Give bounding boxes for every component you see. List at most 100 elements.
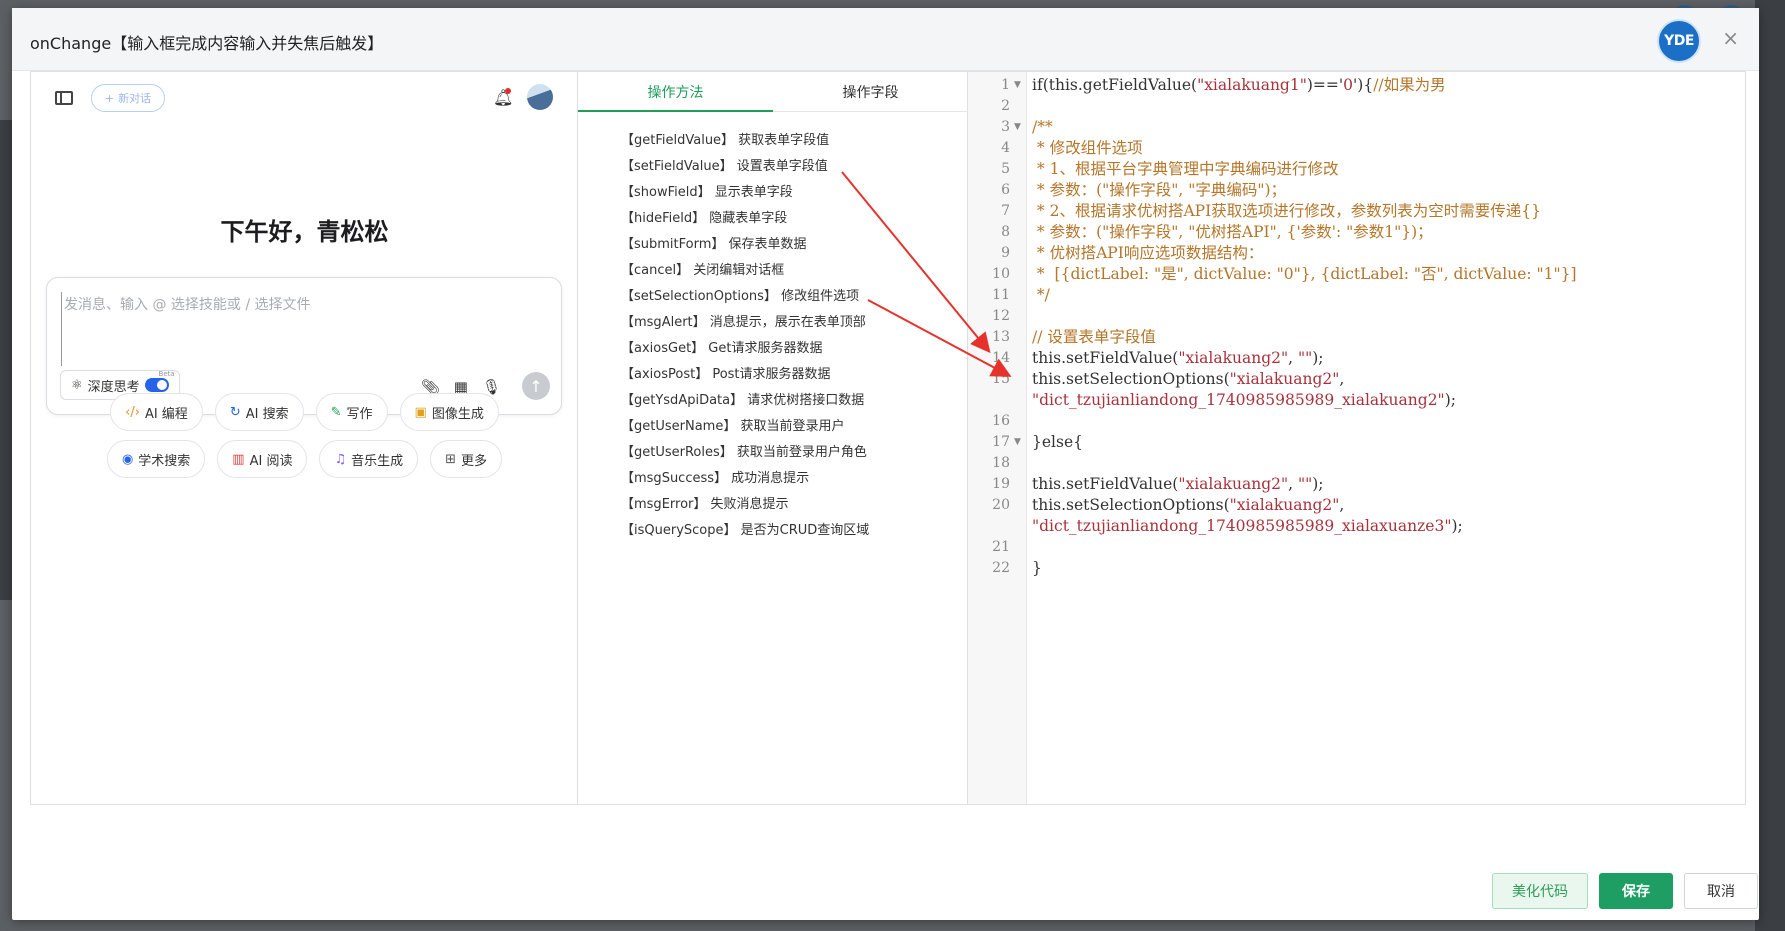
fold-icon[interactable]: ▼ <box>1014 432 1021 453</box>
method-item[interactable]: 【msgAlert】 消息提示，展示在表单顶部 <box>621 310 869 336</box>
method-item[interactable]: 【msgError】 失败消息提示 <box>621 492 869 518</box>
quick-action-chip[interactable]: ⊞ 更多 <box>430 440 503 478</box>
code-text: * 1、根据平台字典管理中字典编码进行修改 <box>1032 159 1339 180</box>
code-token: "" <box>1297 475 1313 493</box>
method-item[interactable]: 【hideField】 隐藏表单字段 <box>621 206 869 232</box>
code-text: this.setFieldValue("xialakuang2", ""); <box>1032 348 1324 369</box>
code-line: 16 <box>968 411 1745 432</box>
code-token: "xialakuang2" <box>1178 349 1289 367</box>
line-number: 19 <box>992 476 1010 492</box>
code-token: */ <box>1032 286 1050 304</box>
code-token: "xialakuang2" <box>1229 370 1340 388</box>
code-editor-dialog: onChange【输入框完成内容输入并失焦后触发】 YDE × + 新对话 🔔︎… <box>12 8 1759 920</box>
code-icon: ‹/› <box>125 404 140 420</box>
code-line: 12 <box>968 306 1745 327</box>
method-item[interactable]: 【isQueryScope】 是否为CRUD查询区域 <box>621 518 869 544</box>
toggle-switch[interactable] <box>144 378 169 392</box>
fold-icon[interactable]: ▼ <box>1014 75 1021 96</box>
quick-action-label: AI 搜索 <box>245 406 289 422</box>
method-item[interactable]: 【getYsdApiData】 请求优树搭接口数据 <box>621 388 869 414</box>
line-number: 8 <box>1001 224 1010 240</box>
code-token: , <box>1288 349 1298 367</box>
code-token: if(this.getFieldValue( <box>1032 76 1198 94</box>
quick-action-label: 音乐生成 <box>351 453 404 469</box>
code-token: ); <box>1312 475 1324 493</box>
code-text: this.setSelectionOptions("xialakuang2", <box>1032 369 1344 390</box>
background-strip <box>1755 0 1785 931</box>
method-item[interactable]: 【axiosPost】 Post请求服务器数据 <box>621 362 869 388</box>
code-line: 11 */ <box>968 285 1745 306</box>
method-item[interactable]: 【setSelectionOptions】 修改组件选项 <box>621 284 869 310</box>
line-number: 15 <box>992 371 1010 387</box>
code-text: /** <box>1032 117 1053 138</box>
beautify-code-button[interactable]: 美化代码 <box>1492 873 1588 909</box>
ai-assistant-panel: + 新对话 🔔︎ 下午好，青松松 ⚛ 深度思考 Beta 📎︎ ▦ 🎙︎ <box>31 72 578 804</box>
line-number: 17 <box>992 434 1010 450</box>
code-token: //如果为男 <box>1373 76 1446 94</box>
sidebar-toggle-icon[interactable] <box>55 91 73 105</box>
method-item[interactable]: 【msgSuccess】 成功消息提示 <box>621 466 869 492</box>
method-item[interactable]: 【getUserRoles】 获取当前登录用户角色 <box>621 440 869 466</box>
beta-badge: Beta <box>158 370 175 378</box>
code-line: 15 this.setSelectionOptions("xialakuang2"… <box>968 369 1745 390</box>
method-item[interactable]: 【getUserName】 获取当前登录用户 <box>621 414 869 440</box>
code-token: * 2、根据请求优树搭API获取选项进行修改，参数列表为空时需要传递{} <box>1032 202 1541 220</box>
quick-action-chip[interactable]: ↻ AI 搜索 <box>214 393 304 431</box>
dialog-header: onChange【输入框完成内容输入并失焦后触发】 YDE × <box>12 8 1759 71</box>
code-editor[interactable]: 1 ▼ if(this.getFieldValue("xialakuang1")==… <box>968 72 1745 804</box>
code-text: this.setFieldValue("xialakuang2", ""); <box>1032 474 1324 495</box>
avatar[interactable] <box>527 84 553 110</box>
code-token: "xialakuang2" <box>1178 475 1289 493</box>
method-tabs: 操作方法 操作字段 <box>578 72 968 112</box>
method-item[interactable]: 【axiosGet】 Get请求服务器数据 <box>621 336 869 362</box>
save-button[interactable]: 保存 <box>1599 873 1673 909</box>
quick-action-chip[interactable]: ♫ 音乐生成 <box>319 440 419 478</box>
method-item[interactable]: 【getFieldValue】 获取表单字段值 <box>621 128 869 154</box>
code-token: * [{dictLabel: "是", dictValue: "0"}, {di… <box>1032 265 1577 283</box>
method-item[interactable]: 【cancel】 关闭编辑对话框 <box>621 258 869 284</box>
code-token: 0 <box>1343 76 1354 94</box>
quick-action-chip[interactable]: ‹/› AI 编程 <box>110 393 203 431</box>
tab-fields[interactable]: 操作字段 <box>773 72 968 111</box>
atom-icon: ⚛ <box>71 377 83 393</box>
line-number: 14 <box>992 350 1010 366</box>
code-token: this.setSelectionOptions( <box>1032 370 1230 388</box>
code-line: 10 * [{dictLabel: "是", dictValue: "0"}, … <box>968 264 1745 285</box>
quick-action-chip[interactable]: ▣ 图像生成 <box>399 393 499 431</box>
code-token: * 修改组件选项 <box>1032 139 1143 157</box>
line-number: 22 <box>992 560 1010 576</box>
code-token: , <box>1339 496 1345 514</box>
chat-input[interactable] <box>61 292 536 366</box>
quick-action-chip[interactable]: ✎ 写作 <box>315 393 388 431</box>
cancel-button[interactable]: 取消 <box>1684 873 1758 909</box>
fold-icon[interactable]: ▼ <box>1014 117 1021 138</box>
method-item[interactable]: 【setFieldValue】 设置表单字段值 <box>621 154 869 180</box>
quick-action-chip[interactable]: ▥ AI 阅读 <box>217 440 308 478</box>
new-chat-button[interactable]: + 新对话 <box>91 84 165 112</box>
code-line: 8 * 参数：("操作字段", "优树搭API", {'参数': "参数1"})… <box>968 222 1745 243</box>
image-icon: ▣ <box>414 404 427 420</box>
code-token: this.setFieldValue( <box>1032 349 1179 367</box>
code-line: 13 // 设置表单字段值 <box>968 327 1745 348</box>
line-number: 11 <box>992 287 1010 303</box>
code-token: "xialakuang1" <box>1197 76 1307 94</box>
quick-action-chip[interactable]: ◉ 学术搜索 <box>106 440 206 478</box>
close-icon[interactable]: × <box>1722 26 1739 50</box>
code-token: } <box>1032 559 1042 577</box>
quick-actions-row: ◉ 学术搜索 ▥ AI 阅读 ♫ 音乐生成 ⊞ 更多 <box>31 440 578 478</box>
new-chat-label: 新对话 <box>118 92 152 105</box>
line-number: 4 <box>1001 140 1010 156</box>
code-text: } <box>1032 558 1042 579</box>
pen-icon: ✎ <box>330 404 342 420</box>
code-text: // 设置表单字段值 <box>1032 327 1156 348</box>
code-token: // 设置表单字段值 <box>1032 328 1156 346</box>
quick-action-label: AI 编程 <box>144 406 188 422</box>
code-text: */ <box>1032 285 1050 306</box>
method-item[interactable]: 【submitForm】 保存表单数据 <box>621 232 869 258</box>
dialog-title: onChange【输入框完成内容输入并失焦后触发】 <box>30 34 384 53</box>
background-strip <box>0 120 12 600</box>
line-number: 16 <box>992 413 1010 429</box>
tab-methods[interactable]: 操作方法 <box>578 72 773 112</box>
method-item[interactable]: 【showField】 显示表单字段 <box>621 180 869 206</box>
code-text: }else{ <box>1032 432 1083 453</box>
